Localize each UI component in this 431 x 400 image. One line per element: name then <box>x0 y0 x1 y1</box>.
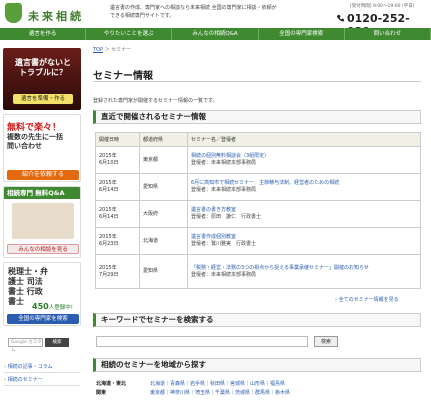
seminar-pref: 北海道 <box>139 227 188 255</box>
region-name: 北海道・東北 <box>96 381 127 387</box>
seminar-speaker: 登壇者：未来相続本部事務局 <box>191 271 257 278</box>
region-pref-links[interactable]: 東京都｜神奈川県｜埼玉県｜千葉県｜茨城県｜群馬県｜栃木県 <box>150 389 290 398</box>
seminar-date: 2015年 6月14日 <box>95 173 140 201</box>
page-lead: 登録された専門家が開催するセミナー情報の一覧です。 <box>93 98 218 104</box>
seminar-table: 開催日時 都道府県 セミナー名／登壇者 2015年 6月10日 東京都 相続の個… <box>95 132 421 289</box>
banner-qa-photo <box>12 203 74 239</box>
banner-qa-button[interactable]: みんなの相談を見る <box>7 244 79 254</box>
table-row: 2015年 6月23日 北海道 遺言書作成個別教室 登壇者：鷲川雅実 行政書士 <box>95 227 421 255</box>
keyword-search-button[interactable]: 検索 <box>314 336 338 347</box>
seminar-title-link[interactable]: 「税務・経営・法務の3つの視点から捉える事業承継セミナー」開催のお知らせ <box>191 265 417 272</box>
breadcrumb-separator: ＞ <box>104 47 110 53</box>
region-name: 関東 <box>96 390 107 396</box>
nav-item-experts[interactable]: 全国の専門家検索 <box>259 28 345 40</box>
seminar-pref: 東京都 <box>139 146 188 174</box>
banner-qa-title: 相続専門 無料Q&A <box>4 187 80 199</box>
seminar-title-link[interactable]: 相続の個別無料相談会（3組限定） <box>191 153 417 160</box>
col-pref: 都道府県 <box>139 132 188 147</box>
banner-will-text: 遺言書がないとトラブルに？ <box>15 58 71 77</box>
nav-item-qa[interactable]: みんなの相続Q&A <box>172 28 259 40</box>
banner-will-button[interactable]: 遺言を準備・作る <box>13 94 73 104</box>
banner-experts-button[interactable]: 全国の専門家を検索 <box>7 314 79 324</box>
nav-item-will[interactable]: 遺言を作る <box>0 28 87 40</box>
banner-will-trouble[interactable]: 遺言書がないとトラブルに？ 遺言を準備・作る <box>3 48 81 110</box>
logo-text[interactable]: 未来相続 <box>28 8 84 24</box>
business-hours: [受付時間] 9:00～19:00 (平日) <box>350 4 415 9</box>
header-description: 遺言書の作成、専門家への相談なら未来相続 全国の専門家に相談・依頼ができる相続専… <box>110 5 277 19</box>
seminar-pref: 大阪府 <box>139 200 188 228</box>
region-pref-links[interactable]: 北海道｜青森県｜岩手県｜秋田県｜宮城県｜山形県｜福島県 <box>150 380 285 389</box>
section-keyword-heading: キーワードでセミナーを検索する <box>93 313 421 327</box>
table-row: 2015年 6月14日 愛知県 6月に高知市で相続セミナー 主節精与法制、経営者… <box>95 173 421 201</box>
breadcrumb-top[interactable]: TOP <box>93 47 103 53</box>
all-seminars-link[interactable]: › 全てのセミナー情報を見る <box>335 296 399 303</box>
banner-qa[interactable]: 相続専門 無料Q&A みんなの相談を見る <box>3 186 81 258</box>
table-row: 2015年 6月10日 東京都 相続の個別無料相談会（3組限定） 登壇者：未来相続… <box>95 146 421 174</box>
banner-experts-title: 税理士・弁護士 司法書士 行政書士 <box>8 267 48 306</box>
nav-item-choose[interactable]: やりたいことを選ぶ <box>86 28 173 40</box>
seminar-date: 2015年 7月29日 <box>95 254 140 289</box>
banner-free-inquiry[interactable]: 無料で楽々！ 複数の先生に一括問い合わせ 紹介を依頼する <box>3 114 81 182</box>
col-date: 開催日時 <box>95 132 140 147</box>
title-divider <box>93 81 421 82</box>
sidebar-link-seminars[interactable]: › 相続のセミナー <box>4 375 80 386</box>
seminar-pref: 愛知県 <box>139 173 188 201</box>
expert-count: 450人登録中! <box>32 302 73 311</box>
seminar-date: 2015年 6月14日 <box>95 200 140 228</box>
seminar-title-link[interactable]: 遺言書作成個別教室 <box>191 234 417 241</box>
site-search-input[interactable]: Google カスタム <box>8 338 43 353</box>
sidebar-link-articles[interactable]: › 相続の記事・コラム <box>4 362 80 373</box>
section-recent-heading: 直近で開催されるセミナー情報 <box>93 110 421 124</box>
nav-item-contact[interactable]: 問い合わせ <box>345 28 431 40</box>
seminar-date: 2015年 6月23日 <box>95 227 140 255</box>
seminar-info: 遺言書作成個別教室 登壇者：鷲川雅実 行政書士 <box>187 227 421 255</box>
breadcrumb: TOP ＞ セミナー <box>93 46 131 53</box>
seminar-title-link[interactable]: 6月に高知市で相続セミナー 主節精与法制、経営者のための相続 <box>191 180 417 187</box>
seminar-info: 「税務・経営・法務の3つの視点から捉える事業承継セミナー」開催のお知らせ 登壇者：… <box>187 254 421 289</box>
seminar-speaker: 登壇者：鷲川雅実 行政書士 <box>191 241 257 247</box>
site-header: 未来相続 遺言書の作成、専門家への相談なら未来相続 全国の専門家に相談・依頼がで… <box>0 0 431 38</box>
table-row: 2015年 7月29日 愛知県 「税務・経営・法務の3つの視点から捉える事業承継… <box>95 254 421 289</box>
table-row: 2015年 6月14日 大阪府 遺言書の書き方教室 登壇者：原田 謙仁 行政書士 <box>95 200 421 228</box>
seminar-speaker: 登壇者：原田 謙仁 行政書士 <box>191 214 262 220</box>
seminar-date: 2015年 6月10日 <box>95 146 140 174</box>
col-name: セミナー名／登壇者 <box>187 132 421 147</box>
banner-free-title: 無料で楽々！ <box>7 123 62 133</box>
site-search-button[interactable]: 検索 <box>45 338 69 347</box>
seminar-speaker: 登壇者：未来相続本部事務局 <box>191 160 257 166</box>
seminar-info: 遺言書の書き方教室 登壇者：原田 謙仁 行政書士 <box>187 200 421 228</box>
logo-icon[interactable] <box>5 3 22 23</box>
banner-free-button[interactable]: 紹介を依頼する <box>7 170 79 180</box>
seminar-title-link[interactable]: 遺言書の書き方教室 <box>191 207 417 214</box>
seminar-pref: 愛知県 <box>139 254 188 289</box>
banner-free-text: 複数の先生に一括問い合わせ <box>7 133 63 150</box>
banner-experts[interactable]: 税理士・弁護士 司法書士 行政書士 450人登録中! 全国の専門家を検索 <box>3 262 81 326</box>
global-nav: 遺言を作る やりたいことを選ぶ みんなの相続Q&A 全国の専門家検索 問い合わせ <box>0 28 431 40</box>
breadcrumb-current: セミナー <box>111 47 132 53</box>
section-region-heading: 相続のセミナーを地域から探す <box>93 358 421 372</box>
keyword-input[interactable] <box>96 336 308 347</box>
seminar-speaker: 登壇者：未来相続本部事務局 <box>191 187 257 193</box>
seminar-info: 6月に高知市で相続セミナー 主節精与法制、経営者のための相続 登壇者：未来相続本部… <box>187 173 421 201</box>
page-title: セミナー情報 <box>93 71 153 82</box>
table-header-row: 開催日時 都道府県 セミナー名／登壇者 <box>95 132 421 147</box>
seminar-info: 相続の個別無料相談会（3組限定） 登壇者：未来相続本部事務局 <box>187 146 421 174</box>
